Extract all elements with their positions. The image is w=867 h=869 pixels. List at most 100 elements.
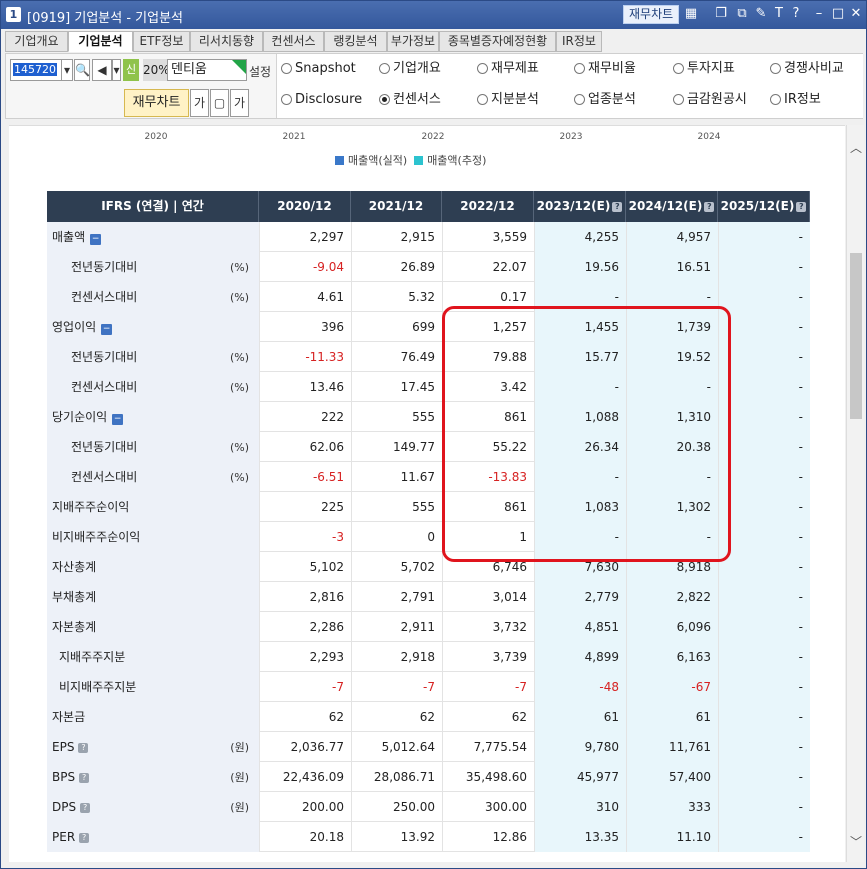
chart-x-tick: 2021 [282, 132, 306, 142]
font-smaller-button[interactable]: 가 [190, 89, 209, 117]
table-cell: - [718, 462, 810, 492]
chart-x-tick: 2022 [421, 132, 445, 142]
row-unit: (%) [229, 291, 249, 304]
tab-2[interactable]: ETF정보 [133, 31, 190, 52]
table-cell: 13.35 [534, 822, 626, 852]
tab-0[interactable]: 기업개요 [5, 31, 68, 52]
font-icon[interactable]: T [771, 6, 787, 22]
restore-icon[interactable]: ❐ [713, 6, 729, 22]
help-icon[interactable]: ? [796, 202, 807, 212]
radio-dot[interactable] [673, 94, 684, 105]
table-cell: -7 [351, 672, 442, 702]
help-icon[interactable]: ? [612, 202, 623, 212]
help-icon[interactable]: ? [704, 202, 715, 212]
table-row: 영업이익 − 396 699 1,257 1,455 1,739- [47, 312, 810, 342]
radio-dot[interactable] [477, 94, 488, 105]
table-cell: 35,498.60 [442, 762, 534, 792]
table-cell: 4.61 [259, 282, 351, 312]
option-label: 업종분석 [588, 92, 636, 107]
fit-button[interactable]: ▢ [210, 89, 229, 117]
tab-3[interactable]: 리서치동향 [190, 31, 263, 52]
row-label-text: 전년동기대비 [71, 432, 137, 462]
row-label-text: 컨센서스대비 [71, 282, 137, 312]
table-cell: 5,702 [351, 552, 442, 582]
tab-7[interactable]: 종목별증자예정현황 [439, 31, 556, 52]
collapse-icon[interactable]: − [112, 414, 124, 425]
radio-dot[interactable] [673, 63, 684, 74]
help-icon[interactable]: ? [788, 6, 804, 22]
tab-1[interactable]: 기업분석 [68, 31, 133, 52]
table-cell: 11.67 [351, 462, 442, 492]
table-cell: 20.18 [259, 822, 351, 852]
radio-dot[interactable] [770, 94, 781, 105]
pin-icon[interactable]: ✎ [753, 6, 769, 22]
scroll-down-icon[interactable]: ﹀ [847, 833, 865, 851]
content-area: 2020 2021 2022 2023 2024 매출액(실적) 매출액(추정) IFR… [9, 125, 845, 862]
tab-5[interactable]: 랭킹분석 [324, 31, 387, 52]
radio-dot[interactable] [281, 63, 292, 74]
code-dropdown-icon[interactable]: ▾ [61, 59, 73, 81]
table-cell: - [718, 432, 810, 462]
row-unit: (원) [230, 771, 249, 784]
search-icon[interactable]: 🔍 [74, 59, 90, 81]
tab-6[interactable]: 부가정보 [387, 31, 439, 52]
radio-dot[interactable] [770, 63, 781, 74]
table-cell: 26.34 [534, 432, 626, 462]
row-label: 자본금 [47, 702, 259, 732]
scroll-up-icon[interactable]: ︿ [847, 139, 865, 157]
row-label-value: 자본금 [52, 710, 86, 724]
row-label-value: EPS [52, 740, 75, 754]
view-options: Snapshot 기업개요 재무제표 재무비율 투자지표 경쟁사비교 Disclosure 컨… [276, 54, 863, 118]
row-label-text: PER? [52, 822, 90, 852]
financial-chart-toggle[interactable]: 재무차트 [124, 89, 189, 117]
table-cell: 396 [259, 312, 351, 342]
row-label-value: 컨센서스대비 [71, 380, 138, 394]
radio-dot[interactable] [379, 94, 390, 105]
row-label-value: 전년동기대비 [71, 350, 138, 364]
table-cell: 1,083 [534, 492, 626, 522]
vertical-scrollbar[interactable]: ︿ ﹀ [846, 125, 864, 862]
help-icon[interactable]: ? [78, 743, 89, 753]
font-larger-button[interactable]: 가 [230, 89, 249, 117]
margin-rate: 20% [143, 59, 170, 81]
app-window: 1 [0919] 기업분석 - 기업분석 재무차트 ▦ ❐ ⧉ ✎ T ? – … [0, 0, 867, 869]
radio-dot[interactable] [574, 94, 585, 105]
radio-dot[interactable] [281, 94, 292, 105]
row-label-value: 지배주주지분 [59, 650, 126, 664]
help-icon[interactable]: ? [79, 833, 90, 843]
help-icon[interactable]: ? [80, 803, 91, 813]
collapse-icon[interactable]: − [90, 234, 102, 245]
scroll-thumb[interactable] [850, 253, 862, 419]
collapse-icon[interactable]: − [101, 324, 113, 335]
row-label-text: 컨센서스대비 [71, 462, 137, 492]
radio-dot[interactable] [379, 63, 390, 74]
minimize-icon[interactable]: – [811, 6, 827, 22]
radio-dot[interactable] [574, 63, 585, 74]
table-row: 비지배주주순이익 -3 0 1- - - [47, 522, 810, 552]
table-cell: 57,400 [626, 762, 718, 792]
row-label: 지배주주순이익 [47, 492, 259, 522]
maximize-icon[interactable]: □ [830, 6, 846, 22]
table-row: 지배주주지분 2,293 2,918 3,739 4,899 6,163- [47, 642, 810, 672]
radio-dot[interactable] [477, 63, 488, 74]
speaker-dropdown-icon[interactable]: ▾ [112, 59, 121, 81]
copy-icon[interactable]: ⧉ [734, 6, 750, 22]
stock-code-input[interactable]: 145720 [10, 59, 62, 81]
tab-4[interactable]: 컨센서스 [263, 31, 324, 52]
help-icon[interactable]: ? [79, 773, 90, 783]
speaker-icon[interactable]: ◀ [92, 59, 112, 81]
table-cell: 0 [351, 522, 442, 552]
table-cell: 0.17 [442, 282, 534, 312]
table-cell: 26.89 [351, 252, 442, 282]
table-cell: - [534, 462, 626, 492]
chart-icon[interactable]: ▦ [683, 6, 699, 22]
financial-chart-button[interactable]: 재무차트 [623, 5, 680, 24]
close-icon[interactable]: ✕ [848, 6, 864, 22]
table-row: 전년동기대비 (%) 62.06 149.77 55.22 26.34 20.38- [47, 432, 810, 462]
column-header-label: 2023/12(E) [536, 199, 611, 213]
table-cell: 61 [534, 702, 626, 732]
table-cell: 1,455 [534, 312, 626, 342]
settings-button[interactable]: 설정 [249, 63, 271, 80]
table-cell: - [718, 702, 810, 732]
tab-8[interactable]: IR정보 [556, 31, 602, 52]
